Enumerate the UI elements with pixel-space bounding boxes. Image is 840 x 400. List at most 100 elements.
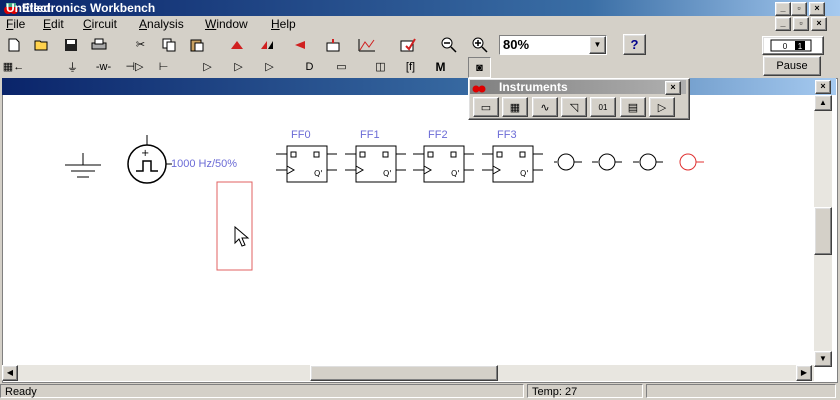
ff0-label: FF0 <box>291 129 311 141</box>
horizontal-scroll-thumb[interactable] <box>310 365 498 381</box>
pause-label: Pause <box>776 60 808 72</box>
digital-ics-icon[interactable]: ▷ <box>259 57 280 76</box>
ground-symbol[interactable] <box>65 153 101 178</box>
probe-indicator-selected[interactable] <box>679 153 704 171</box>
svg-text:Q': Q' <box>314 169 323 178</box>
rotate-icon[interactable] <box>226 35 247 54</box>
main-toolbar: ✂ 80% ▼ ? 10 <box>0 34 840 56</box>
svg-text:1: 1 <box>798 42 803 51</box>
scroll-up-icon[interactable]: ▲ <box>814 95 832 111</box>
instruments-title: Instruments <box>499 80 568 94</box>
probe-indicator[interactable] <box>592 153 622 171</box>
function-generator-icon[interactable]: ▦ <box>502 97 528 117</box>
open-icon[interactable] <box>31 35 52 54</box>
menu-file[interactable]: File <box>6 17 25 31</box>
flipflop-ff0[interactable]: Q' <box>276 145 337 183</box>
indicators-icon[interactable]: ◫ <box>370 57 391 76</box>
flip-horizontal-icon[interactable] <box>288 35 309 54</box>
subcircuit-icon[interactable] <box>322 35 343 54</box>
power-switch[interactable]: 10 <box>762 36 824 55</box>
doc-close-button[interactable]: × <box>811 17 827 31</box>
pause-button[interactable]: Pause <box>763 56 821 76</box>
controls-icon[interactable]: [f] <box>400 57 421 76</box>
bode-plotter-icon[interactable]: ◹ <box>561 97 587 117</box>
save-icon[interactable] <box>60 35 81 54</box>
instruments-close-button[interactable]: × <box>665 81 681 95</box>
diodes-icon[interactable]: ⊣▷ <box>124 57 145 76</box>
digital-icon[interactable]: ▭ <box>331 57 352 76</box>
probe-indicator[interactable] <box>554 153 582 171</box>
parts-bin-icon[interactable]: ▦← <box>3 57 24 76</box>
analog-ics-icon[interactable]: ▷ <box>197 57 218 76</box>
logic-gates-icon[interactable]: D <box>299 57 320 76</box>
svg-text:Q': Q' <box>383 169 392 178</box>
menu-edit[interactable]: Edit <box>43 17 64 31</box>
svg-text:0: 0 <box>783 42 788 51</box>
menu-bar: File Edit Circuit Analysis Window Help _… <box>0 16 840 33</box>
document-title-bar <box>2 78 836 95</box>
oscilloscope-icon[interactable]: ∿ <box>532 97 558 117</box>
circuit-canvas[interactable]: + Q' Q' Q' Q' <box>2 95 814 365</box>
menu-help[interactable]: Help <box>271 17 296 31</box>
component-properties-icon[interactable] <box>397 35 418 54</box>
vertical-scroll-thumb[interactable] <box>814 207 832 255</box>
scroll-right-icon[interactable]: ▶ <box>796 365 812 381</box>
word-generator-icon[interactable]: 01 <box>590 97 616 117</box>
flipflop-ff2[interactable]: Q' <box>413 145 474 183</box>
instruments-panel[interactable]: Instruments × ▭ ▦ ∿ ◹ 01 ▤ ▷ <box>468 78 690 120</box>
graph-icon[interactable] <box>356 35 377 54</box>
help-button[interactable]: ? <box>623 34 646 55</box>
new-icon[interactable] <box>3 35 24 54</box>
clock-source-label: 1000 Hz/50% <box>171 158 238 170</box>
doc-minimize-button[interactable]: _ <box>775 17 791 31</box>
zoom-out-icon[interactable] <box>438 35 459 54</box>
probe-indicator[interactable] <box>633 153 663 171</box>
zoom-select[interactable]: 80% ▼ <box>499 35 607 55</box>
clock-source[interactable]: + <box>127 135 172 184</box>
logic-analyzer-icon[interactable]: ▤ <box>620 97 646 117</box>
document-title: Untitled <box>6 1 51 15</box>
scroll-down-icon[interactable]: ▼ <box>814 351 832 367</box>
vertical-scrollbar[interactable]: ▲ ▼ <box>814 95 832 367</box>
app-icon <box>472 81 486 93</box>
chevron-down-icon[interactable]: ▼ <box>589 36 606 54</box>
flip-vertical-icon[interactable] <box>256 35 277 54</box>
transistors-icon[interactable]: ⊢ <box>153 57 174 76</box>
ff1-label: FF1 <box>360 129 380 141</box>
menu-window[interactable]: Window <box>205 17 248 31</box>
document-close-button[interactable]: × <box>815 80 831 94</box>
miscellaneous-button[interactable]: M <box>430 57 451 76</box>
print-icon[interactable] <box>88 35 109 54</box>
status-bar: Ready Temp: 27 <box>0 383 840 400</box>
copy-icon[interactable] <box>158 35 179 54</box>
menu-circuit[interactable]: Circuit <box>83 17 117 31</box>
menu-analysis[interactable]: Analysis <box>139 17 184 31</box>
flipflop-ff1[interactable]: Q' <box>345 145 406 183</box>
status-temperature: Temp: 27 <box>527 384 643 398</box>
ff3-label: FF3 <box>497 129 517 141</box>
ff2-label: FF2 <box>428 129 448 141</box>
svg-text:+: + <box>141 148 149 159</box>
zoom-in-icon[interactable] <box>469 35 490 54</box>
mouse-cursor-icon <box>234 225 250 247</box>
horizontal-scrollbar[interactable]: ◀ ▶ <box>2 365 814 381</box>
multimeter-icon[interactable]: ▭ <box>473 97 499 117</box>
close-button[interactable]: × <box>809 2 825 16</box>
sources-icon[interactable]: ⏚ <box>62 57 83 76</box>
status-message: Ready <box>0 384 524 398</box>
instruments-icon[interactable]: ◙ <box>468 57 491 78</box>
status-empty <box>646 384 836 398</box>
basic-icon[interactable]: -w- <box>93 57 114 76</box>
zoom-value: 80% <box>503 37 530 52</box>
scroll-left-icon[interactable]: ◀ <box>2 365 18 381</box>
paste-icon[interactable] <box>186 35 207 54</box>
cut-icon[interactable]: ✂ <box>130 35 151 54</box>
svg-text:Q': Q' <box>451 169 460 178</box>
restore-button[interactable]: ▫ <box>791 2 807 16</box>
minimize-button[interactable]: _ <box>775 2 791 16</box>
mixed-ics-icon[interactable]: ▷ <box>228 57 249 76</box>
doc-restore-button[interactable]: ▫ <box>793 17 809 31</box>
flipflop-ff3[interactable]: Q' <box>482 145 543 183</box>
logic-converter-icon[interactable]: ▷ <box>649 97 675 117</box>
svg-text:Q': Q' <box>520 169 529 178</box>
